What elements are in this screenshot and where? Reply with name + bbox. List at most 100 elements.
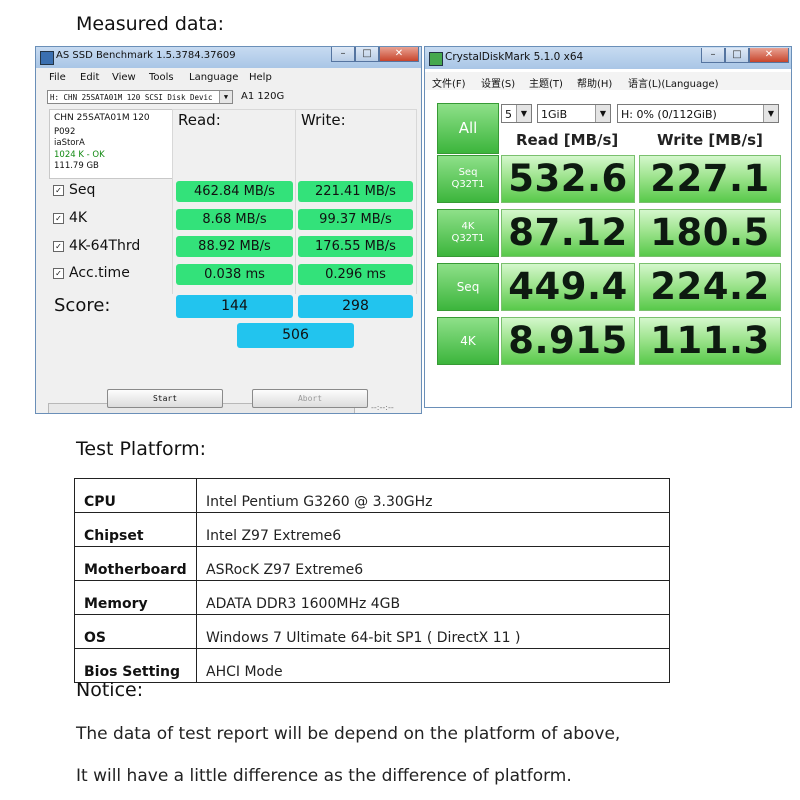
acc-time-write-value: 0.296 ms xyxy=(298,264,413,285)
as-ssd-window: AS SSD Benchmark 1.5.3784.37609 – □ ✕ Fi… xyxy=(35,46,422,414)
table-row: Motherboard ASRocK Z97 Extreme6 xyxy=(74,546,670,581)
read-header: Read: xyxy=(178,111,221,129)
table-row: Chipset Intel Z97 Extreme6 xyxy=(74,512,670,547)
seq-q32t1-read: 532.6 xyxy=(501,155,635,203)
menu-file[interactable]: File xyxy=(49,72,66,83)
cdm-titlebar[interactable]: CrystalDiskMark 5.1.0 x64 – □ ✕ xyxy=(425,47,791,69)
seq-q32t1-label2: Q32T1 xyxy=(451,179,485,190)
crystaldiskmark-window: CrystalDiskMark 5.1.0 x64 – □ ✕ 文件(F) 设置… xyxy=(424,46,792,408)
4k-read-value: 8.68 MB/s xyxy=(176,209,293,230)
close-button[interactable]: ✕ xyxy=(379,47,419,62)
minimize-button[interactable]: – xyxy=(331,47,355,62)
seq-q32t1-write: 227.1 xyxy=(639,155,781,203)
platform-value: ADATA DDR3 1600MHz 4GB xyxy=(196,580,670,615)
score-total: 506 xyxy=(237,323,354,348)
menu-tools[interactable]: Tools xyxy=(149,72,174,83)
row-4k[interactable]: ✓ 4K xyxy=(53,210,87,226)
cdm-menu-help[interactable]: 帮助(H) xyxy=(577,75,612,90)
score-write: 298 xyxy=(298,295,413,318)
chevron-down-icon[interactable]: ▼ xyxy=(763,105,778,122)
cdm-minimize-button[interactable]: – xyxy=(701,48,725,63)
platform-value: ASRocK Z97 Extreme6 xyxy=(196,546,670,581)
4k-64thrd-read-value: 88.92 MB/s xyxy=(176,236,293,257)
chevron-down-icon[interactable]: ▼ xyxy=(219,91,232,103)
test-size-value: 1GiB xyxy=(541,108,568,121)
all-button[interactable]: All xyxy=(437,103,499,154)
notice-line-1: The data of test report will be depend o… xyxy=(76,724,621,744)
chevron-down-icon[interactable]: ▼ xyxy=(516,105,531,122)
notice-line-2: It will have a little difference as the … xyxy=(76,766,572,786)
cdm-menubar: 文件(F) 设置(S) 主题(T) 帮助(H) 语言(L)(Language) xyxy=(425,72,791,90)
cdm-close-button[interactable]: ✕ xyxy=(749,48,789,63)
as-ssd-app-icon xyxy=(40,51,54,65)
seq-write-value: 221.41 MB/s xyxy=(298,181,413,202)
cdm-maximize-button[interactable]: □ xyxy=(725,48,749,63)
seq-label: Seq xyxy=(69,182,96,198)
row-acc-time[interactable]: ✓ Acc.time xyxy=(53,265,130,281)
table-row: CPU Intel Pentium G3260 @ 3.30GHz xyxy=(74,478,670,513)
row-4k-64thrd[interactable]: ✓ 4K-64Thrd xyxy=(53,238,140,254)
as-ssd-titlebar[interactable]: AS SSD Benchmark 1.5.3784.37609 – □ ✕ xyxy=(36,47,421,68)
seq-q32t1-label1: Seq xyxy=(458,167,478,178)
platform-value: Intel Z97 Extreme6 xyxy=(196,512,670,547)
seq-q32t1-button[interactable]: Seq Q32T1 xyxy=(437,155,499,203)
menu-language[interactable]: Language xyxy=(189,72,238,83)
info-capacity: 111.79 GB xyxy=(54,161,99,171)
maximize-button[interactable]: □ xyxy=(355,47,379,62)
write-header: Write: xyxy=(301,111,346,129)
table-row: Bios Setting AHCI Mode xyxy=(74,648,670,683)
table-row: Memory ADATA DDR3 1600MHz 4GB xyxy=(74,580,670,615)
seq-button[interactable]: Seq xyxy=(437,263,499,311)
cdm-menu-language[interactable]: 语言(L)(Language) xyxy=(628,75,719,90)
cdm-write-header: Write [MB/s] xyxy=(657,131,763,149)
4k-q32t1-label1: 4K xyxy=(461,221,475,232)
4k-label: 4K xyxy=(460,334,476,348)
test-size-select[interactable]: 1GiB ▼ xyxy=(537,104,611,123)
drive-select[interactable]: H: 0% (0/112GiB) ▼ xyxy=(617,104,779,123)
4k-q32t1-button[interactable]: 4K Q32T1 xyxy=(437,209,499,257)
cdm-menu-settings[interactable]: 设置(S) xyxy=(481,75,515,90)
4k-q32t1-write: 180.5 xyxy=(639,209,781,257)
info-alignment: 1024 K - OK xyxy=(54,150,105,160)
as-ssd-menubar: File Edit View Tools Language Help xyxy=(36,69,421,87)
start-button[interactable]: Start xyxy=(107,389,223,408)
measured-data-heading: Measured data: xyxy=(76,13,225,35)
seq-write: 224.2 xyxy=(639,263,781,311)
platform-value: Intel Pentium G3260 @ 3.30GHz xyxy=(196,478,670,513)
score-read: 144 xyxy=(176,295,293,318)
platform-key: Motherboard xyxy=(74,546,197,581)
test-count-select[interactable]: 5 ▼ xyxy=(501,104,532,123)
4k-button[interactable]: 4K xyxy=(437,317,499,365)
drive-select[interactable]: H: CHN 25SATA01M 120 SCSI Disk Devic ▼ xyxy=(47,90,233,104)
abort-button[interactable]: Abort xyxy=(252,389,368,408)
cdm-app-icon xyxy=(429,52,443,66)
row-seq[interactable]: ✓ Seq xyxy=(53,182,95,198)
info-model: CHN 25SATA01M 120 xyxy=(54,113,150,123)
menu-help[interactable]: Help xyxy=(249,72,272,83)
chevron-down-icon[interactable]: ▼ xyxy=(595,105,610,122)
seq-read-value: 462.84 MB/s xyxy=(176,181,293,202)
platform-key: CPU xyxy=(74,478,197,513)
4k-write: 111.3 xyxy=(639,317,781,365)
4k-q32t1-read: 87.12 xyxy=(501,209,635,257)
test-platform-heading: Test Platform: xyxy=(76,438,206,460)
4k-64thrd-checkbox[interactable]: ✓ xyxy=(53,240,64,252)
cdm-menu-file[interactable]: 文件(F) xyxy=(432,75,466,90)
menu-view[interactable]: View xyxy=(112,72,136,83)
4k-checkbox[interactable]: ✓ xyxy=(53,212,64,224)
score-label: Score: xyxy=(54,295,111,316)
platform-value: AHCI Mode xyxy=(196,648,670,683)
platform-value: Windows 7 Ultimate 64-bit SP1 ( DirectX … xyxy=(196,614,670,649)
info-driver: iaStorA xyxy=(54,138,85,148)
platform-key: Bios Setting xyxy=(74,648,197,683)
menu-edit[interactable]: Edit xyxy=(80,72,99,83)
cdm-drive-value: H: 0% (0/112GiB) xyxy=(621,108,717,121)
acc-time-read-value: 0.038 ms xyxy=(176,264,293,285)
acc-time-checkbox[interactable]: ✓ xyxy=(53,267,64,279)
as-ssd-title: AS SSD Benchmark 1.5.3784.37609 xyxy=(56,50,236,61)
cdm-menu-theme[interactable]: 主题(T) xyxy=(529,75,563,90)
seq-checkbox[interactable]: ✓ xyxy=(53,184,64,196)
4k-64thrd-label: 4K-64Thrd xyxy=(69,238,141,254)
seq-read: 449.4 xyxy=(501,263,635,311)
test-count-value: 5 xyxy=(505,108,512,121)
